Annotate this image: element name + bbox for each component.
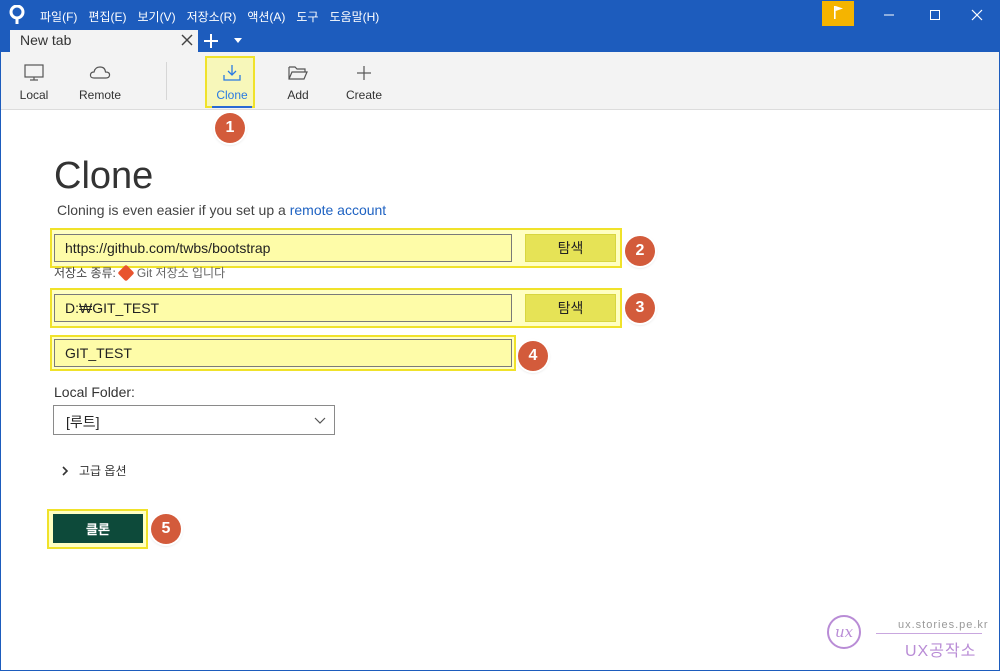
tab-strip: New tab	[0, 30, 1000, 52]
add-tool-label: Add	[287, 88, 309, 102]
download-icon	[223, 65, 241, 81]
remote-button[interactable]: Remote	[78, 52, 122, 110]
watermark-logo: ux	[827, 615, 861, 649]
advanced-options-toggle[interactable]: 고급 옵션	[60, 462, 127, 479]
menu-edit[interactable]: 편집(E)	[88, 8, 126, 25]
browse-source-button[interactable]: 탐색	[525, 234, 616, 262]
tab-close-icon[interactable]	[180, 33, 194, 47]
page-title: Clone	[54, 155, 154, 197]
clone-tool-label: Clone	[216, 88, 248, 102]
plus-icon	[357, 66, 371, 80]
clone-submit-button[interactable]: 클론	[53, 514, 143, 543]
watermark-divider	[876, 633, 982, 634]
menu-bar: 파일(F) 편집(E) 보기(V) 저장소(R) 액션(A) 도구 도움말(H)	[40, 8, 390, 25]
minimize-button[interactable]	[866, 0, 912, 30]
local-folder-label: Local Folder:	[54, 384, 135, 400]
local-label: Local	[19, 88, 49, 102]
minimize-icon	[884, 14, 894, 16]
maximize-button[interactable]	[912, 0, 958, 30]
repo-type-info: 저장소 종류: Git 저장소 입니다	[54, 264, 225, 281]
tab-dropdown-icon[interactable]	[234, 38, 242, 43]
menu-file[interactable]: 파일(F)	[40, 8, 77, 25]
create-tool-label: Create	[345, 88, 383, 102]
subtitle: Cloning is even easier if you set up a r…	[57, 202, 386, 218]
menu-tools[interactable]: 도구	[296, 8, 318, 25]
local-folder-select[interactable]: [루트]	[53, 405, 335, 435]
close-window-button[interactable]	[954, 0, 1000, 30]
name-input[interactable]: GIT_TEST	[54, 339, 512, 367]
tab-new-tab[interactable]: New tab	[10, 30, 198, 52]
annotation-badge-2: 2	[625, 236, 655, 266]
flag-button[interactable]	[822, 0, 854, 26]
close-icon	[971, 9, 983, 21]
chevron-right-icon	[62, 465, 69, 476]
cloud-icon	[89, 66, 111, 79]
add-tab-icon[interactable]	[203, 33, 219, 49]
destination-path-input[interactable]: D:₩GIT_TEST	[54, 294, 512, 322]
watermark-name: UX공작소	[905, 643, 977, 660]
advanced-options-label: 고급 옵션	[79, 464, 127, 478]
git-icon	[117, 264, 135, 281]
watermark-url: ux.stories.pe.kr	[898, 619, 989, 631]
repo-type-label: 저장소 종류:	[54, 266, 116, 280]
annotation-badge-4: 4	[518, 341, 548, 371]
menu-repository[interactable]: 저장소(R)	[187, 8, 237, 25]
remote-label: Remote	[78, 88, 122, 102]
browse-destination-button[interactable]: 탐색	[525, 294, 616, 322]
annotation-badge-1: 1	[215, 113, 245, 143]
subtitle-text: Cloning is even easier if you set up a	[57, 202, 286, 218]
monitor-icon	[24, 64, 44, 81]
toolbar: Local Remote Clone Add Create	[0, 52, 1000, 110]
local-folder-value: [루트]	[66, 414, 100, 430]
folder-open-icon	[288, 66, 308, 80]
annotation-badge-3: 3	[625, 293, 655, 323]
clone-tool-button[interactable]: Clone	[212, 52, 252, 110]
repo-type-value: Git 저장소 입니다	[136, 266, 226, 280]
local-button[interactable]: Local	[18, 52, 50, 110]
chevron-down-icon	[314, 417, 326, 424]
create-tool-button[interactable]: Create	[345, 52, 383, 110]
title-bar: 파일(F) 편집(E) 보기(V) 저장소(R) 액션(A) 도구 도움말(H)	[0, 0, 1000, 30]
source-url-input[interactable]: https://github.com/twbs/bootstrap	[54, 234, 512, 262]
menu-actions[interactable]: 액션(A)	[247, 8, 285, 25]
menu-view[interactable]: 보기(V)	[137, 8, 175, 25]
toolbar-divider	[166, 62, 167, 100]
sourcetree-logo-icon	[9, 5, 25, 24]
tab-label: New tab	[20, 32, 72, 48]
maximize-icon	[930, 10, 940, 20]
remote-account-link[interactable]: remote account	[290, 202, 387, 218]
annotation-badge-5: 5	[151, 514, 181, 544]
menu-help[interactable]: 도움말(H)	[330, 8, 380, 25]
add-tool-button[interactable]: Add	[285, 52, 311, 110]
flag-icon	[834, 6, 843, 19]
